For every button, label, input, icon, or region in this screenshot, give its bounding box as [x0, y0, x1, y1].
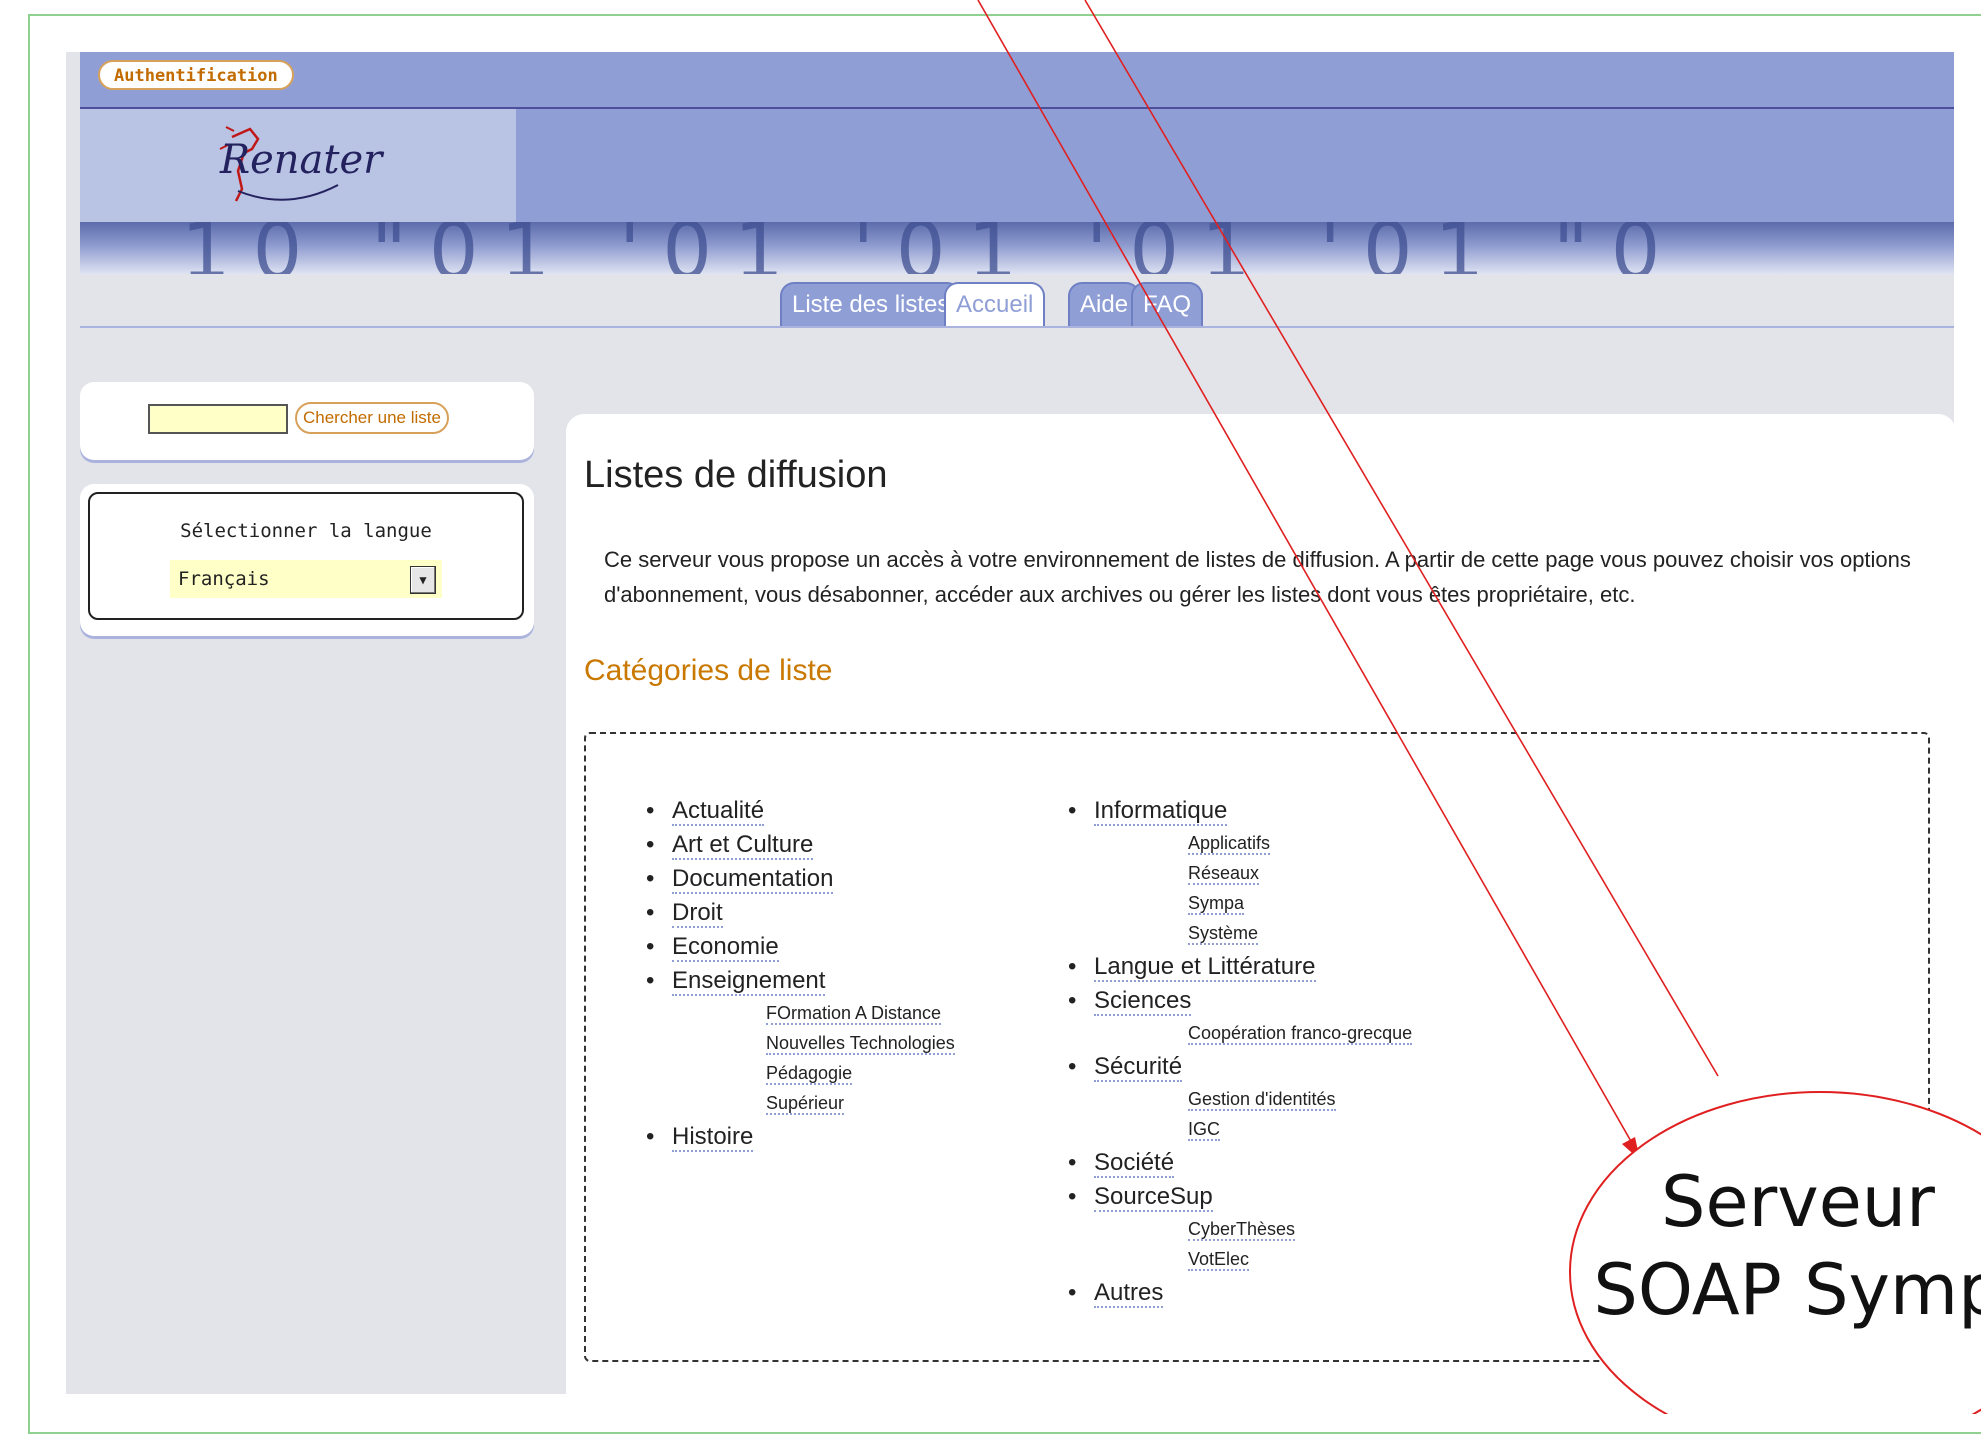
subcategory-link[interactable]: FOrmation A Distance	[766, 1003, 942, 1025]
chevron-down-icon[interactable]: ▼	[410, 566, 436, 594]
categories-column-right: Informatique Applicatifs Réseaux Sympa Systè…	[1068, 794, 1413, 1310]
header-banner: _10 "01 '01 '01 '01 '01 "0	[80, 222, 1954, 274]
category-link[interactable]: Sécurité	[1094, 1053, 1183, 1082]
subcategory-item: VotElec	[1188, 1244, 1412, 1274]
language-label: Sélectionner la langue	[180, 520, 432, 542]
search-input[interactable]	[148, 404, 288, 434]
category-item: Actualité	[646, 794, 955, 828]
subcategory-item: FOrmation A Distance	[766, 998, 955, 1028]
category-link[interactable]: Actualité	[672, 797, 765, 826]
subcategory-item: Réseaux	[1188, 858, 1412, 888]
subcategory-list: Coopération franco-grecque	[1068, 1018, 1413, 1050]
category-item: Sciences	[1068, 984, 1412, 1018]
subcategory-link[interactable]: Système	[1188, 923, 1259, 945]
tab-liste-des-listes[interactable]: Liste des listes	[780, 282, 962, 326]
intro-text: Ce serveur vous propose un accès à votre…	[604, 547, 1911, 607]
subcategory-item: Coopération franco-grecque	[1188, 1018, 1413, 1048]
category-item: Informatique	[1068, 794, 1412, 828]
search-list-button[interactable]: Chercher une liste	[295, 402, 449, 434]
subcategory-item: Applicatifs	[1188, 828, 1412, 858]
page-title: Listes de diffusion	[584, 454, 888, 496]
authentication-button[interactable]: Authentification	[98, 60, 294, 90]
category-link[interactable]: Langue et Littérature	[1094, 953, 1316, 982]
banner-pattern-text: _10 "01 '01 '01 '01 '01 "0	[119, 222, 1682, 274]
category-item: Economie	[646, 930, 955, 964]
top-bar: Authentification	[80, 52, 1954, 109]
annotation-text: Serveur SOAP Symp	[1588, 1158, 1981, 1334]
tab-bar: Liste des listes Accueil Aide FAQ	[80, 274, 1954, 328]
category-link[interactable]: SourceSup	[1094, 1183, 1213, 1212]
banner-pattern: _10 "01 '01 '01 '01 '01 "0	[119, 222, 1682, 274]
category-link[interactable]: Enseignement	[672, 967, 826, 996]
category-link[interactable]: Société	[1094, 1149, 1175, 1178]
subcategory-item: Supérieur	[766, 1088, 955, 1118]
subcategory-link[interactable]: Nouvelles Technologies	[766, 1033, 955, 1055]
tab-aide[interactable]: Aide	[1068, 282, 1141, 326]
tab-accueil[interactable]: Accueil	[944, 282, 1046, 326]
subcategory-link[interactable]: Coopération franco-grecque	[1188, 1023, 1413, 1045]
category-link[interactable]: Informatique	[1094, 797, 1228, 826]
subcategory-link[interactable]: Gestion d'identités	[1188, 1089, 1336, 1111]
language-panel: Sélectionner la langue Français ▼	[80, 484, 534, 636]
subcategory-list: CyberThèses VotElec	[1068, 1214, 1412, 1276]
categories-title: Catégories de liste	[584, 654, 833, 687]
category-item: Documentation	[646, 862, 955, 896]
logo-box: Renater	[80, 109, 516, 222]
subcategory-link[interactable]: IGC	[1188, 1119, 1221, 1141]
language-frame: Sélectionner la langue Français ▼	[88, 492, 524, 620]
category-link[interactable]: Documentation	[672, 865, 834, 894]
category-link[interactable]: Histoire	[672, 1123, 754, 1152]
logo-band: Renater	[80, 109, 1954, 222]
language-select[interactable]: Français ▼	[170, 560, 442, 598]
subcategory-item: Système	[1188, 918, 1412, 948]
tab-faq[interactable]: FAQ	[1131, 282, 1204, 326]
category-item: Art et Culture	[646, 828, 955, 862]
search-panel: Chercher une liste	[80, 382, 534, 460]
category-item: SourceSup	[1068, 1180, 1412, 1214]
annotation-line-1: Serveur	[1661, 1161, 1935, 1243]
category-item: Autres	[1068, 1276, 1412, 1310]
subcategory-link[interactable]: Applicatifs	[1188, 833, 1271, 855]
subcategory-link[interactable]: Réseaux	[1188, 863, 1260, 885]
subcategory-list: FOrmation A Distance Nouvelles Technologi…	[646, 998, 955, 1120]
subcategory-list: Gestion d'identités IGC	[1068, 1084, 1412, 1146]
subcategory-link[interactable]: Pédagogie	[766, 1063, 853, 1085]
annotation-line-2: SOAP Symp	[1593, 1249, 1981, 1331]
category-item: Société	[1068, 1146, 1412, 1180]
subcategory-item: Pédagogie	[766, 1058, 955, 1088]
logo-text: Renater	[220, 137, 383, 183]
category-link[interactable]: Autres	[1094, 1279, 1164, 1308]
categories-column-left: Actualité Art et Culture Documentation Droi…	[646, 794, 955, 1154]
category-item: Langue et Littérature	[1068, 950, 1412, 984]
language-selected: Français	[178, 568, 270, 590]
category-link[interactable]: Art et Culture	[672, 831, 814, 860]
subcategory-item: Gestion d'identités	[1188, 1084, 1412, 1114]
category-item: Enseignement	[646, 964, 955, 998]
category-link[interactable]: Economie	[672, 933, 779, 962]
category-link[interactable]: Droit	[672, 899, 723, 928]
category-item: Histoire	[646, 1120, 955, 1154]
subcategory-item: Sympa	[1188, 888, 1412, 918]
subcategory-link[interactable]: Supérieur	[766, 1093, 845, 1115]
subcategory-item: IGC	[1188, 1114, 1412, 1144]
subcategory-item: CyberThèses	[1188, 1214, 1412, 1244]
subcategory-link[interactable]: VotElec	[1188, 1249, 1250, 1271]
subcategory-link[interactable]: Sympa	[1188, 893, 1245, 915]
subcategory-link[interactable]: CyberThèses	[1188, 1219, 1296, 1241]
category-link[interactable]: Sciences	[1094, 987, 1192, 1016]
subcategory-item: Nouvelles Technologies	[766, 1028, 955, 1058]
category-item: Sécurité	[1068, 1050, 1412, 1084]
category-item: Droit	[646, 896, 955, 930]
subcategory-list: Applicatifs Réseaux Sympa Système	[1068, 828, 1412, 950]
